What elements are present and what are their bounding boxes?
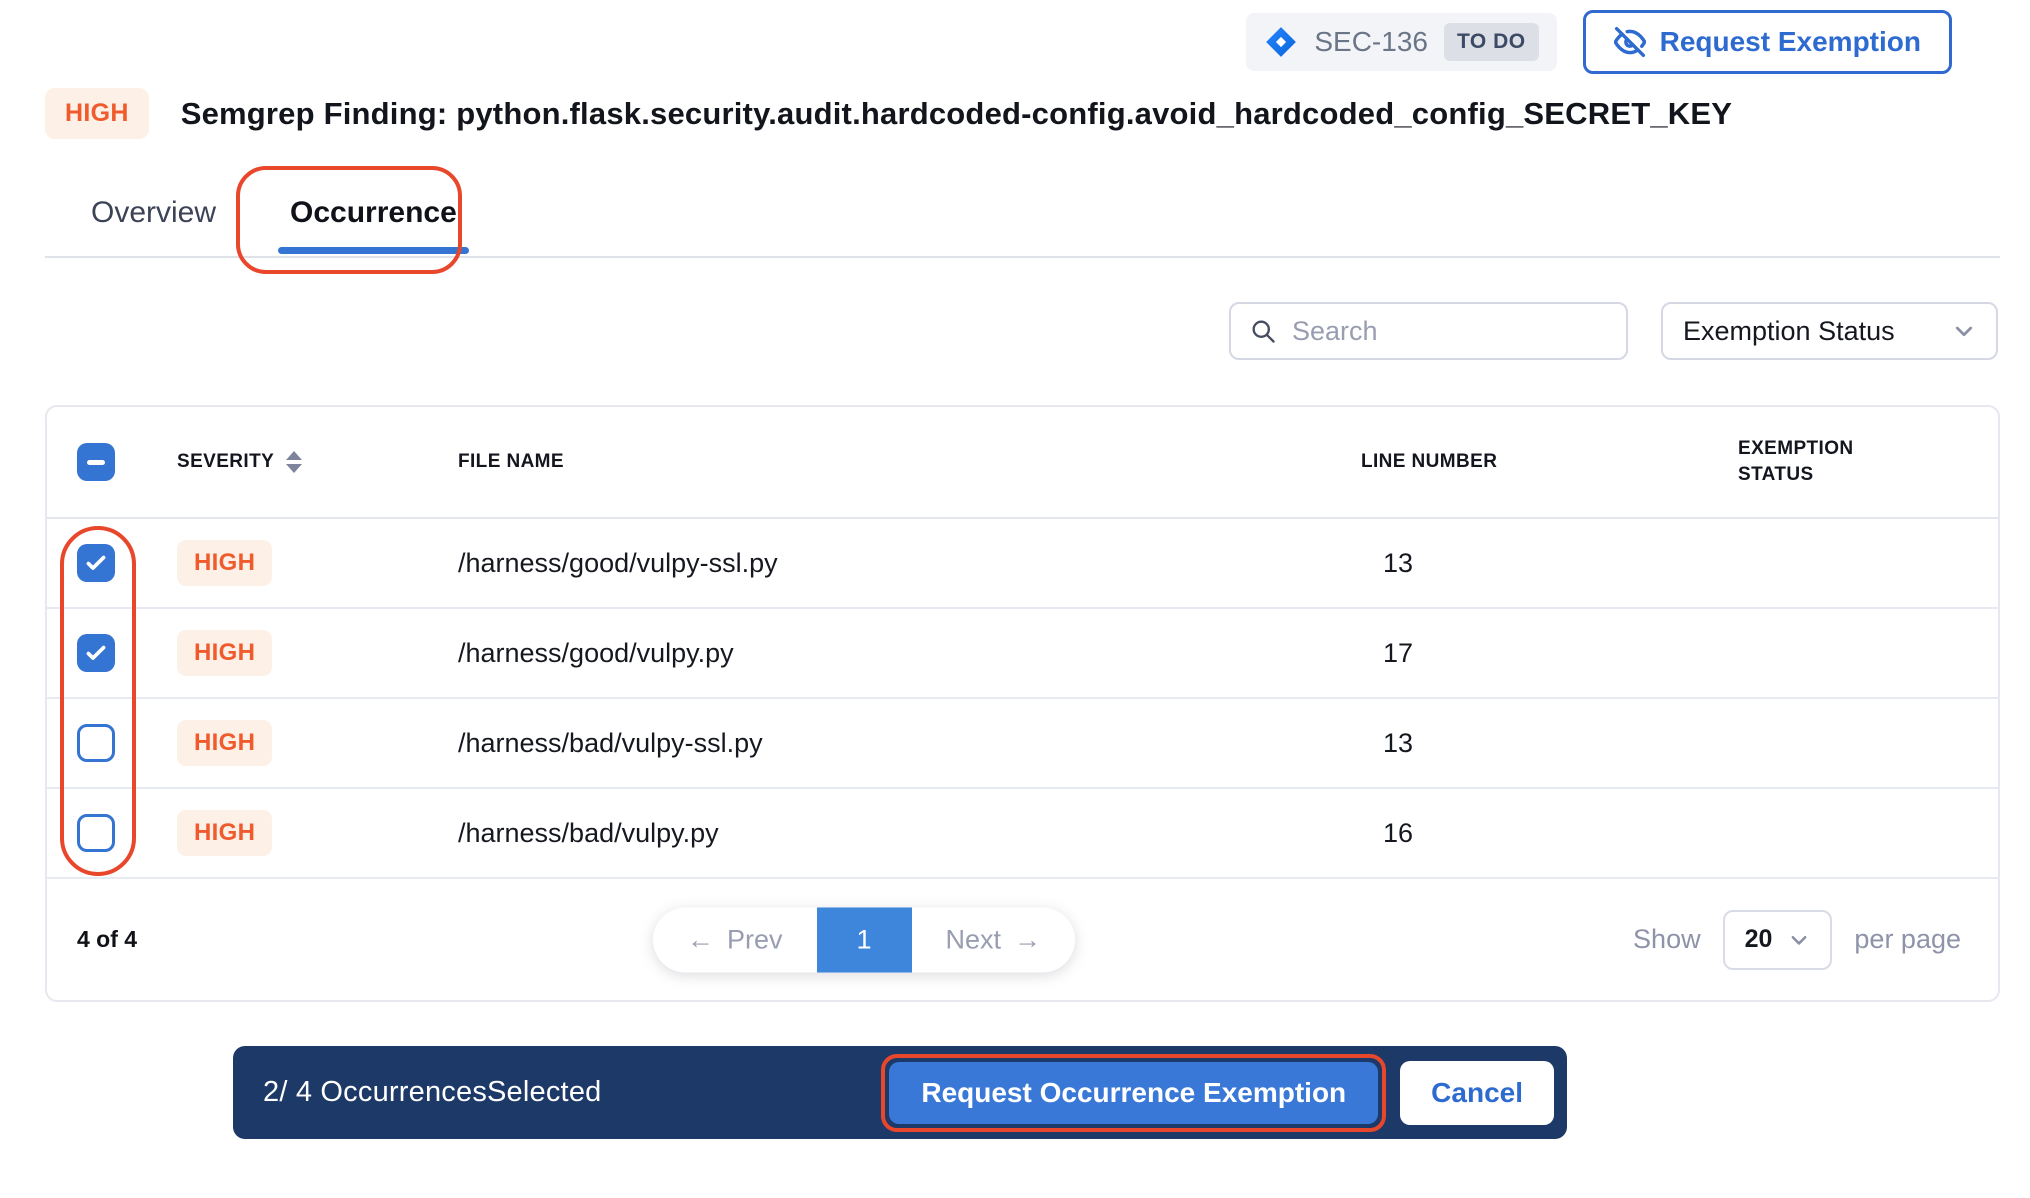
page: SEC-136 TO DO Request Exemption HIGH Sem…	[0, 0, 2030, 1198]
table-row: HIGH /harness/good/vulpy.py 17	[47, 609, 1998, 699]
row-checkbox[interactable]	[77, 724, 115, 762]
line-number-cell: 17	[1361, 638, 1738, 669]
check-icon	[83, 550, 109, 576]
per-page-label: per page	[1854, 924, 1961, 955]
tab-occurrence-label: Occurrence	[290, 196, 457, 229]
tab-occurrence[interactable]: Occurrence	[290, 196, 457, 254]
row-checkbox[interactable]	[77, 814, 115, 852]
jira-status-chip: TO DO	[1444, 23, 1539, 61]
row-severity-badge: HIGH	[177, 720, 272, 766]
column-header-line-number: LINE NUMBER	[1361, 451, 1738, 473]
line-number-cell: 13	[1361, 548, 1738, 579]
cancel-button[interactable]: Cancel	[1400, 1061, 1554, 1125]
selection-bar: 2/ 4 OccurrencesSelected Request Occurre…	[233, 1046, 1567, 1139]
eye-off-icon	[1614, 26, 1646, 58]
request-exemption-label: Request Exemption	[1660, 26, 1921, 58]
next-label: Next	[946, 924, 1002, 955]
tab-overview[interactable]: Overview	[91, 196, 216, 254]
file-name-cell: /harness/good/vulpy-ssl.py	[458, 548, 1361, 579]
prev-label: Prev	[727, 924, 783, 955]
page-size-value: 20	[1745, 925, 1773, 954]
arrow-left-icon: ←	[687, 924, 714, 955]
table-row: HIGH /harness/good/vulpy-ssl.py 13	[47, 519, 1998, 609]
search-icon	[1249, 317, 1277, 345]
annotation-request-button: Request Occurrence Exemption	[881, 1054, 1386, 1132]
next-page-button[interactable]: Next →	[912, 907, 1076, 972]
table-header-row: SEVERITY FILE NAME LINE NUMBER EXEMPTION…	[47, 407, 1998, 519]
file-name-cell: /harness/bad/vulpy.py	[458, 818, 1361, 849]
row-checkbox[interactable]	[77, 544, 115, 582]
selection-bar-actions: Request Occurrence Exemption Cancel	[881, 1054, 1554, 1132]
header-actions: SEC-136 TO DO Request Exemption	[1246, 10, 1952, 74]
show-label: Show	[1633, 924, 1701, 955]
exemption-status-dropdown[interactable]: Exemption Status	[1661, 302, 1998, 360]
chevron-down-icon	[1788, 929, 1810, 951]
line-number-cell: 13	[1361, 728, 1738, 759]
row-severity-badge: HIGH	[177, 810, 272, 856]
page-number-button[interactable]: 1	[817, 907, 912, 972]
row-severity-badge: HIGH	[177, 630, 272, 676]
request-exemption-button[interactable]: Request Exemption	[1583, 10, 1952, 74]
exemption-status-dropdown-label: Exemption Status	[1683, 316, 1895, 347]
jira-icon	[1264, 25, 1298, 59]
tabs-divider	[45, 256, 2000, 258]
table-row: HIGH /harness/bad/vulpy-ssl.py 13	[47, 699, 1998, 789]
jira-ticket-id: SEC-136	[1314, 26, 1428, 58]
page-title: Semgrep Finding: python.flask.security.a…	[181, 96, 1732, 132]
arrow-right-icon: →	[1014, 924, 1041, 955]
line-number-cell: 16	[1361, 818, 1738, 849]
tab-overview-label: Overview	[91, 196, 216, 229]
row-checkbox[interactable]	[77, 634, 115, 672]
column-header-file-name: FILE NAME	[458, 451, 1361, 473]
search-input[interactable]	[1292, 316, 1608, 347]
page-size-control: Show 20 per page	[1633, 910, 1961, 970]
active-tab-underline	[278, 247, 469, 254]
file-name-cell: /harness/bad/vulpy-ssl.py	[458, 728, 1361, 759]
search-box	[1229, 302, 1628, 360]
table-footer: 4 of 4 ← Prev 1 Next → Show 20	[47, 879, 1998, 1000]
occurrences-table: SEVERITY FILE NAME LINE NUMBER EXEMPTION…	[45, 405, 2000, 1002]
pagination: ← Prev 1 Next →	[653, 907, 1075, 972]
jira-ticket-badge[interactable]: SEC-136 TO DO	[1246, 13, 1556, 71]
page-size-select[interactable]: 20	[1723, 910, 1833, 970]
select-all-checkbox[interactable]	[77, 443, 115, 481]
tab-bar: Overview Occurrence	[91, 196, 457, 254]
indeterminate-minus-icon	[87, 460, 105, 465]
table-row: HIGH /harness/bad/vulpy.py 16	[47, 789, 1998, 879]
column-header-exemption-status: EXEMPTION STATUS	[1738, 436, 1913, 487]
chevron-down-icon	[1952, 319, 1976, 343]
finding-header: HIGH Semgrep Finding: python.flask.secur…	[45, 88, 1732, 139]
request-occurrence-exemption-button[interactable]: Request Occurrence Exemption	[889, 1062, 1378, 1124]
row-count: 4 of 4	[77, 926, 137, 953]
severity-badge: HIGH	[45, 88, 149, 139]
file-name-cell: /harness/good/vulpy.py	[458, 638, 1361, 669]
check-icon	[83, 640, 109, 666]
column-header-severity[interactable]: SEVERITY	[177, 451, 458, 473]
prev-page-button[interactable]: ← Prev	[653, 907, 817, 972]
row-severity-badge: HIGH	[177, 540, 272, 586]
selection-summary: 2/ 4 OccurrencesSelected	[263, 1076, 601, 1109]
sort-icon[interactable]	[286, 451, 302, 473]
